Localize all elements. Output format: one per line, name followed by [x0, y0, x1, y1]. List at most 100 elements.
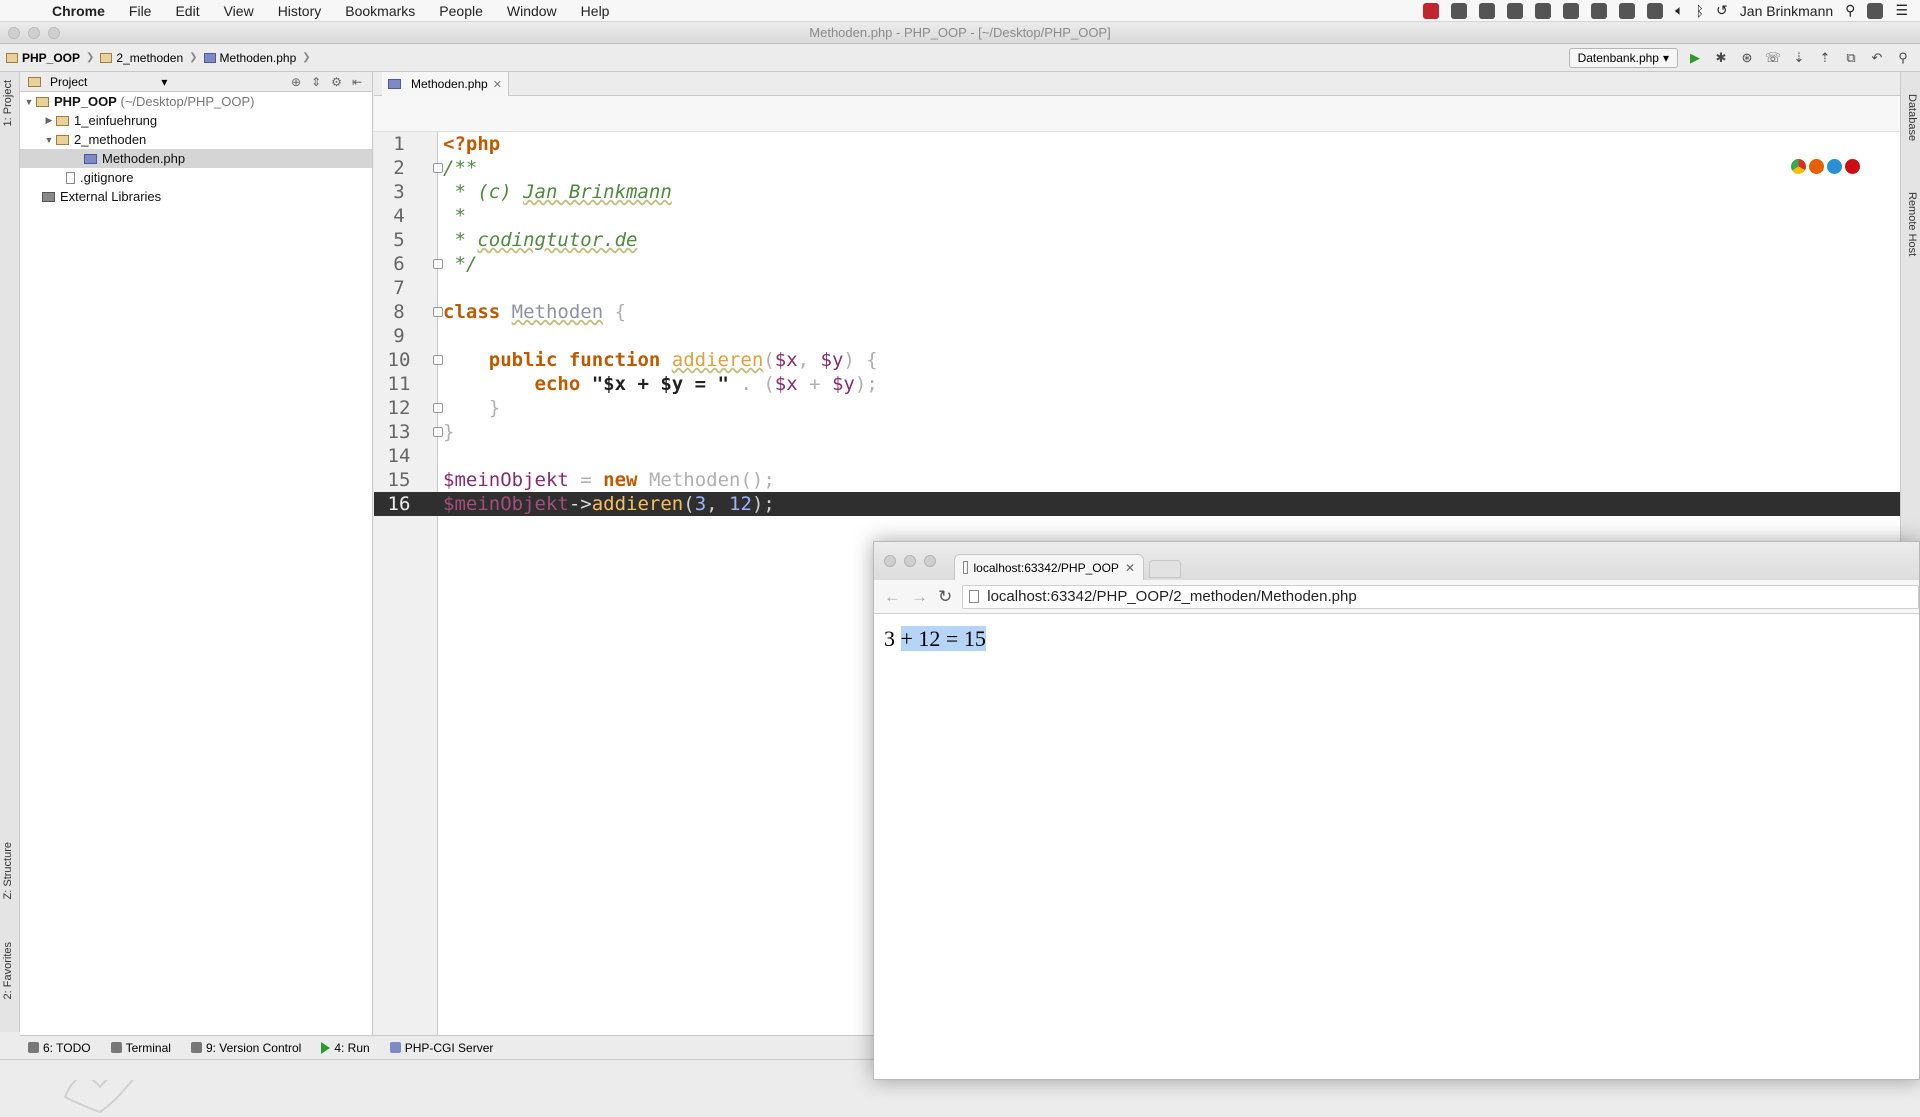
forward-icon[interactable]: → [911, 587, 928, 607]
run-icon [321, 1041, 331, 1054]
breadcrumb-file[interactable]: Methoden.php [198, 51, 303, 65]
spotlight-icon[interactable]: ⚲ [1845, 2, 1855, 19]
address-bar[interactable]: localhost:63342/PHP_OOP/2_methoden/Metho… [962, 584, 1919, 609]
plus-icon[interactable] [1479, 2, 1496, 19]
revert-icon[interactable]: ↶ [1868, 49, 1886, 67]
compare-icon[interactable]: ⧉ [1842, 49, 1860, 67]
drive-icon[interactable] [1507, 2, 1524, 19]
tool-window-php-cgi-server[interactable]: PHP-CGI Server [382, 1041, 502, 1055]
tree-item-libraries[interactable]: External Libraries [20, 187, 372, 206]
new-tab-button[interactable] [1149, 560, 1181, 578]
fold-icon[interactable] [433, 163, 443, 173]
menu-bar: Chrome File Edit View History Bookmarks … [0, 0, 1920, 22]
tool-window-version-control[interactable]: 9: Version Control [183, 1041, 309, 1055]
tool-tab-structure[interactable]: Z: Structure [2, 842, 14, 899]
browser-tab[interactable]: localhost:63342/PHP_OOP ✕ [954, 554, 1144, 580]
project-tree: ▼ PHP_OOP (~/Desktop/PHP_OOP) ▶ 1_einfue… [20, 92, 372, 206]
tab-methoden-php[interactable]: Methoden.php ✕ [382, 72, 509, 96]
gear-icon[interactable]: ⚙ [331, 75, 342, 89]
tool-window-todo[interactable]: 6: TODO [20, 1041, 99, 1055]
collapsed-arrow-icon[interactable]: ▶ [42, 115, 56, 126]
close-window-button[interactable] [884, 555, 896, 567]
code-line-current: 16 $meinObjekt->addieren(3, 12); [374, 492, 1900, 516]
scroll-from-source-icon[interactable]: ⊕ [291, 75, 301, 89]
time-machine-icon[interactable]: ↺ [1716, 2, 1728, 19]
code-line: 8 class Methoden { [393, 301, 627, 323]
back-icon[interactable]: ← [884, 587, 901, 607]
tool-tab-project[interactable]: 1: Project [2, 80, 14, 126]
tree-item-root[interactable]: ▼ PHP_OOP (~/Desktop/PHP_OOP) [20, 92, 372, 111]
tool-window-run[interactable]: 4: Run [313, 1041, 377, 1055]
run-icon[interactable]: ▶ [1686, 49, 1704, 67]
hide-panel-icon[interactable]: ⇤ [352, 75, 362, 89]
coverage-icon[interactable]: ⊛ [1738, 49, 1756, 67]
user-name[interactable]: Jan Brinkmann [1740, 3, 1833, 19]
tree-item-folder[interactable]: ▼ 2_methoden [20, 130, 372, 149]
tree-item-folder[interactable]: ▶ 1_einfuehrung [20, 111, 372, 130]
close-tab-icon[interactable]: ✕ [493, 78, 502, 91]
chevron-down-icon: ▾ [1662, 50, 1669, 65]
tool-window-terminal[interactable]: Terminal [103, 1041, 179, 1055]
folder-icon [36, 96, 49, 107]
menu-bookmarks[interactable]: Bookmarks [333, 3, 427, 19]
search-icon[interactable]: ⚲ [1894, 49, 1912, 67]
listen-debug-icon[interactable]: ☏ [1764, 49, 1782, 67]
cloud-icon[interactable] [1647, 2, 1664, 19]
code-line: 7 [393, 277, 405, 299]
menu-history[interactable]: History [266, 3, 334, 19]
menu-window[interactable]: Window [495, 3, 569, 19]
project-panel-header: Project ▾ ⊕ ⇕ ⚙ ⇤ [20, 72, 372, 92]
evernote-icon[interactable] [1591, 2, 1608, 19]
debug-icon[interactable]: ✱ [1712, 49, 1730, 67]
fold-icon[interactable] [433, 403, 443, 413]
tree-item-file-selected[interactable]: Methoden.php [20, 149, 372, 168]
code-line: 11 echo "$x + $y = " . ($x + $y); [387, 373, 878, 395]
menu-view[interactable]: View [212, 3, 266, 19]
code-line: 12 } [387, 397, 501, 419]
editor-header-area [374, 96, 1900, 132]
code-line: 10 public function addieren($x, $y) { [387, 349, 878, 371]
close-tab-icon[interactable]: ✕ [1125, 561, 1135, 575]
code-line: 1 <?php [393, 133, 501, 155]
project-view-select[interactable]: Project [50, 75, 87, 89]
menu-people[interactable]: People [427, 3, 495, 19]
fold-icon[interactable] [433, 259, 443, 269]
siri-icon[interactable] [1867, 2, 1884, 19]
tool-tab-database[interactable]: Database [1906, 94, 1918, 141]
collapse-all-icon[interactable]: ⇕ [311, 75, 321, 89]
folder-icon [6, 52, 18, 63]
run-configuration-select[interactable]: Datenbank.php ▾ [1568, 47, 1678, 68]
fold-icon[interactable] [433, 355, 443, 365]
leaf-icon[interactable] [1563, 2, 1580, 19]
reload-icon[interactable]: ↻ [938, 587, 952, 607]
folder-icon [100, 52, 113, 63]
expanded-arrow-icon[interactable]: ▼ [42, 135, 56, 145]
fold-icon[interactable] [433, 427, 443, 437]
vcs-commit-icon[interactable]: ⇡ [1816, 49, 1834, 67]
expanded-arrow-icon[interactable]: ▼ [22, 97, 36, 107]
vcs-update-icon[interactable]: ⇣ [1790, 49, 1808, 67]
dropbox-icon[interactable] [1451, 2, 1468, 19]
breadcrumb-folder[interactable]: 2_methoden [94, 51, 189, 65]
tree-item-file[interactable]: .gitignore [20, 168, 372, 187]
chevron-right-icon: ❯ [302, 52, 311, 63]
chevron-down-icon[interactable]: ▾ [161, 75, 167, 89]
left-tool-strip: 1: Project Z: Structure 2: Favorites [0, 72, 20, 1032]
menu-file[interactable]: File [117, 3, 164, 19]
menu-edit[interactable]: Edit [163, 3, 211, 19]
info-icon[interactable] [1619, 2, 1636, 19]
tool-tab-remote-host[interactable]: Remote Host [1906, 192, 1918, 256]
volume-icon[interactable]: 🔈︎ [1675, 2, 1683, 19]
app-status-icon[interactable] [1423, 2, 1440, 19]
breadcrumb-project[interactable]: PHP_OOP [0, 51, 86, 65]
notification-center-icon[interactable]: ☰ [1895, 2, 1908, 19]
window-title: Methoden.php - PHP_OOP - [~/Desktop/PHP_… [809, 25, 1111, 40]
zoom-window-button[interactable] [924, 555, 936, 567]
menu-help[interactable]: Help [569, 3, 622, 19]
bookmark-icon[interactable] [1535, 2, 1552, 19]
menu-app[interactable]: Chrome [40, 3, 117, 19]
tool-tab-favorites[interactable]: 2: Favorites [2, 942, 14, 999]
fold-icon[interactable] [433, 307, 443, 317]
minimize-window-button[interactable] [904, 555, 916, 567]
bluetooth-icon[interactable]: ᛒ [1696, 3, 1704, 19]
